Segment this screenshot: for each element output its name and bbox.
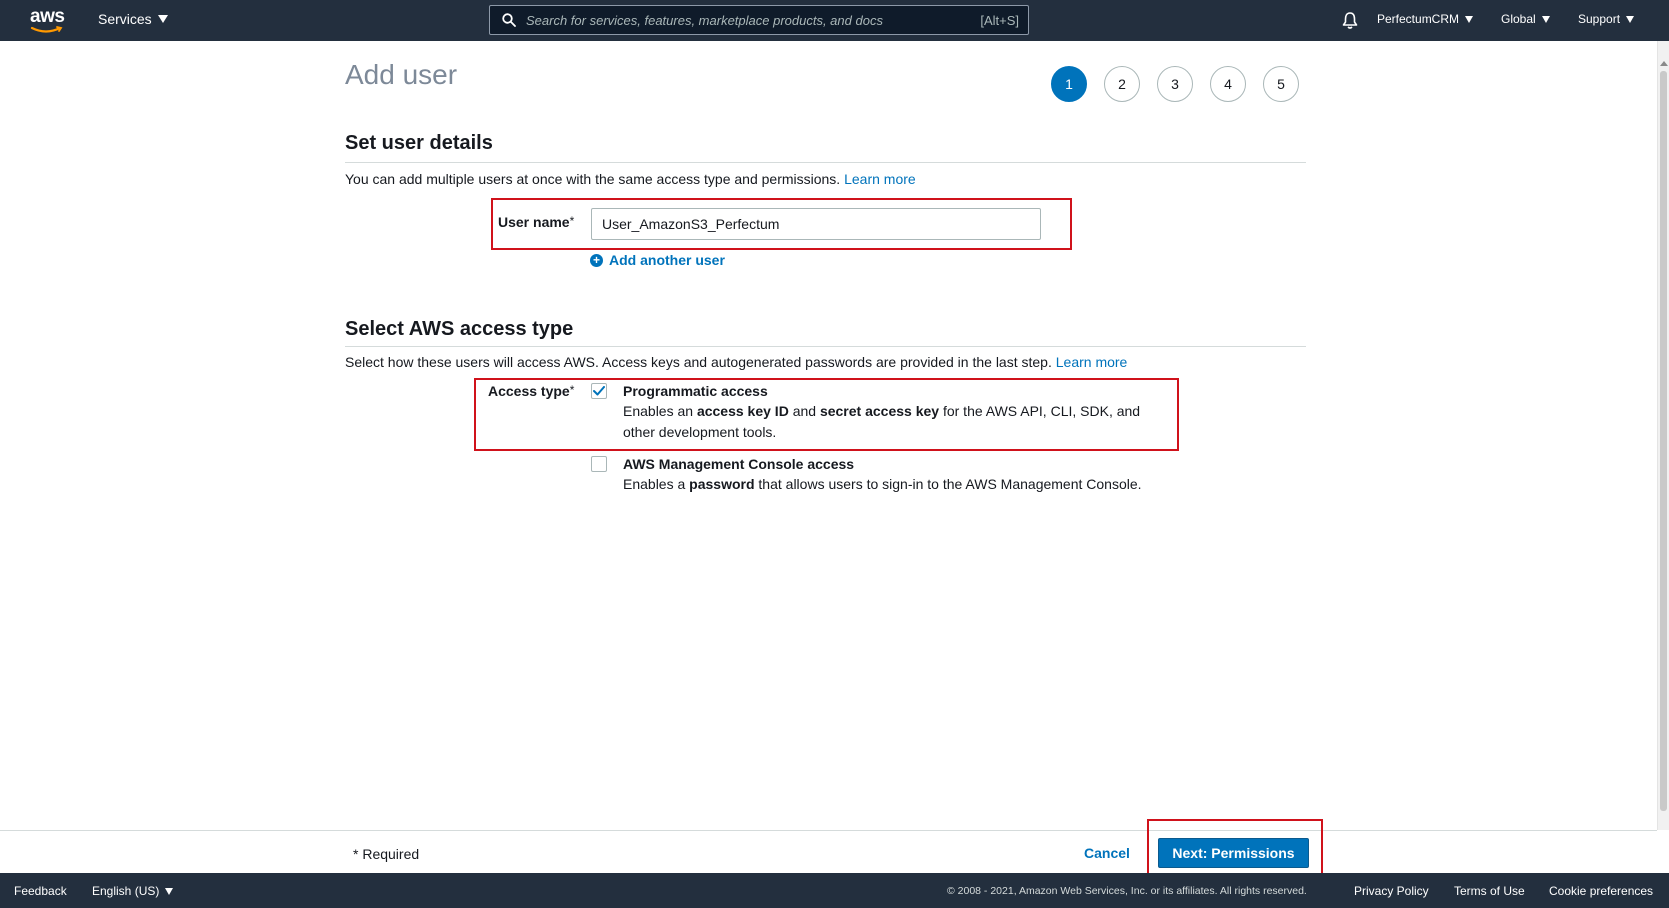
support-menu[interactable]: Support — [1578, 12, 1635, 26]
learn-more-link[interactable]: Learn more — [1056, 354, 1128, 370]
language-selector[interactable]: English (US) — [92, 884, 174, 898]
desc-bold: password — [689, 476, 755, 492]
access-type-title: Select AWS access type — [345, 318, 574, 340]
add-another-user-label: Add another user — [609, 252, 725, 268]
desc-bold: secret access key — [819, 403, 940, 419]
user-details-description-text: You can add multiple users at once with … — [345, 171, 841, 187]
programmatic-access-description: Enables an access key ID and secret acce… — [623, 401, 1143, 443]
programmatic-access-checkbox[interactable] — [591, 383, 607, 399]
top-navigation: aws Services [Alt+S] PerfectumCRM Global… — [0, 0, 1669, 41]
region-menu[interactable]: Global — [1501, 12, 1550, 26]
terms-of-use-link[interactable]: Terms of Use — [1454, 884, 1525, 898]
aws-logo[interactable]: aws — [30, 6, 66, 34]
add-another-user-button[interactable]: + Add another user — [590, 252, 725, 268]
vertical-scrollbar[interactable] — [1657, 41, 1669, 830]
step-5[interactable]: 5 — [1263, 66, 1299, 102]
support-label: Support — [1578, 12, 1621, 26]
access-type-description-text: Select how these users will access AWS. … — [345, 354, 1052, 370]
desc-text: and — [788, 403, 820, 419]
console-access-description: Enables a password that allows users to … — [623, 474, 1183, 495]
aws-logo-text: aws — [30, 6, 65, 27]
aws-smile-icon — [30, 26, 63, 33]
required-star: * — [569, 214, 575, 228]
wizard-steps: 1 2 3 4 5 — [1051, 66, 1299, 102]
cookie-preferences-link[interactable]: Cookie preferences — [1549, 884, 1653, 898]
access-type-label: Access type* — [488, 383, 574, 399]
desc-text: that allows users to sign-in to the AWS … — [754, 476, 1142, 492]
bottom-bar: Feedback English (US) © 2008 - 2021, Ama… — [0, 873, 1669, 908]
caret-down-icon — [165, 887, 174, 895]
user-name-label-text: User name — [498, 214, 570, 230]
action-bar — [0, 830, 1657, 873]
copyright-text: © 2008 - 2021, Amazon Web Services, Inc.… — [947, 885, 1307, 897]
access-type-label-text: Access type — [488, 383, 570, 399]
section-divider — [345, 162, 1306, 163]
programmatic-access-title: Programmatic access — [623, 383, 768, 399]
account-menu[interactable]: PerfectumCRM — [1377, 12, 1474, 26]
required-note: * Required — [353, 846, 420, 862]
scrollbar-thumb[interactable] — [1660, 71, 1667, 811]
plus-circle-icon: + — [590, 253, 603, 267]
region-label: Global — [1501, 12, 1536, 26]
step-1[interactable]: 1 — [1051, 66, 1087, 102]
search-box[interactable]: [Alt+S] — [489, 5, 1029, 35]
desc-text: Enables a — [623, 476, 690, 492]
account-label: PerfectumCRM — [1377, 12, 1460, 26]
services-menu[interactable]: Services — [98, 11, 168, 27]
page-title: Add user — [345, 59, 458, 90]
caret-down-icon — [1541, 15, 1550, 23]
desc-bold: access key ID — [696, 403, 789, 419]
caret-down-icon — [1626, 15, 1635, 23]
privacy-policy-link[interactable]: Privacy Policy — [1354, 884, 1429, 898]
caret-down-icon — [1465, 15, 1474, 23]
console-access-checkbox[interactable] — [591, 456, 607, 472]
cancel-button[interactable]: Cancel — [1076, 843, 1138, 863]
step-4[interactable]: 4 — [1210, 66, 1246, 102]
feedback-link[interactable]: Feedback — [14, 884, 67, 898]
checkmark-icon — [593, 386, 605, 396]
language-label: English (US) — [92, 884, 160, 898]
step-2[interactable]: 2 — [1104, 66, 1140, 102]
user-name-label: User name* — [498, 214, 574, 230]
search-icon — [502, 13, 516, 27]
search-shortcut: [Alt+S] — [980, 13, 1019, 28]
next-permissions-button[interactable]: Next: Permissions — [1158, 838, 1309, 868]
access-type-description: Select how these users will access AWS. … — [345, 354, 1127, 370]
required-star: * — [569, 383, 575, 397]
search-input[interactable] — [526, 10, 966, 30]
user-details-title: Set user details — [345, 132, 493, 154]
user-name-input[interactable] — [591, 208, 1041, 240]
scroll-up-icon[interactable] — [1660, 61, 1668, 66]
learn-more-link[interactable]: Learn more — [844, 171, 916, 187]
desc-text: Enables an — [623, 403, 697, 419]
step-3[interactable]: 3 — [1157, 66, 1193, 102]
section-divider — [345, 346, 1306, 347]
user-details-description: You can add multiple users at once with … — [345, 171, 916, 187]
console-access-title: AWS Management Console access — [623, 456, 855, 472]
bell-icon[interactable] — [1342, 11, 1358, 29]
services-label: Services — [98, 11, 152, 27]
caret-down-icon — [157, 15, 168, 23]
